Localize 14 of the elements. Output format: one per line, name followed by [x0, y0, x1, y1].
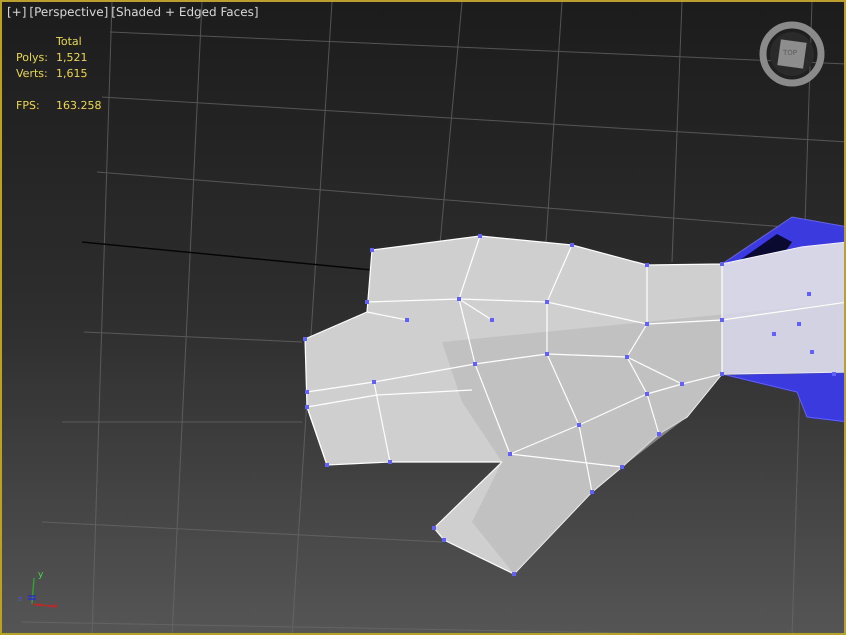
y-axis-label: y — [38, 570, 44, 580]
viewport-menu-label[interactable]: [Perspective] — [29, 3, 108, 21]
x-axis-label: x — [53, 601, 58, 610]
viewcube-ring-icon[interactable] — [760, 22, 824, 86]
viewport-menu-label[interactable]: [+] — [7, 3, 26, 21]
stat-label: Verts: — [16, 66, 49, 82]
stat-value: 1,521 — [56, 50, 88, 66]
stat-value: 1,615 — [56, 66, 88, 82]
fps-value: 163.258 — [56, 98, 102, 114]
z-axis-label: z — [18, 594, 22, 603]
stat-label: Polys: — [16, 50, 49, 66]
stats-header: Total — [56, 34, 83, 50]
fps-label: FPS: — [16, 98, 41, 114]
viewport-menu-label[interactable]: [Shaded + Edged Faces] — [111, 3, 259, 21]
